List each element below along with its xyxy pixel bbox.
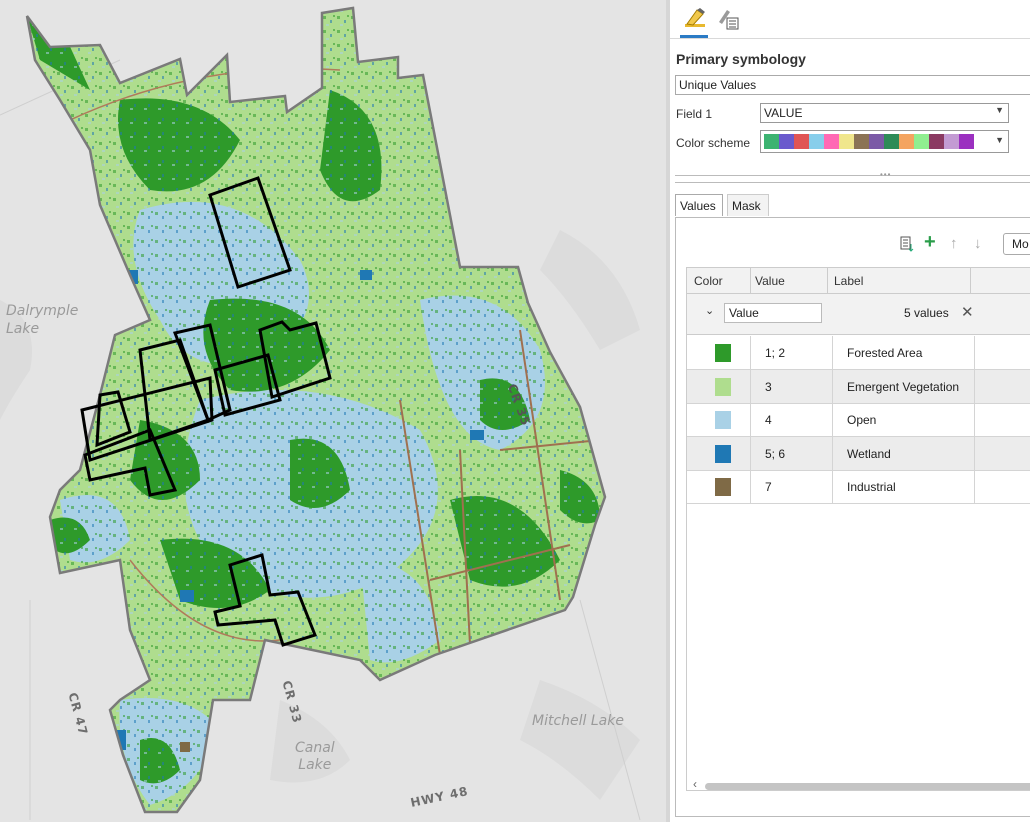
field1-label: Field 1 (676, 107, 713, 121)
color-scheme-label: Color scheme (676, 136, 751, 150)
class-label[interactable]: Open (847, 413, 876, 427)
tab-mask[interactable]: Mask (727, 194, 769, 216)
class-value[interactable]: 5; 6 (765, 447, 785, 461)
column-header-label[interactable]: Label (834, 274, 863, 288)
symbology-pane: Primary symbology Unique Values Field 1 … (670, 0, 1030, 822)
grid-header: Color Value Label (687, 268, 1030, 294)
field1-select[interactable]: VALUE ▼ (760, 103, 1009, 123)
lake-label-mitchell: Mitchell Lake (532, 713, 624, 729)
color-scheme-swatch (824, 134, 839, 149)
group-heading-input[interactable]: Value (724, 303, 822, 323)
section-splitter[interactable]: ••• (675, 170, 1030, 183)
color-scheme-swatch (944, 134, 959, 149)
class-color-swatch[interactable] (715, 377, 731, 396)
color-scheme-swatch (794, 134, 809, 149)
color-scheme-swatch (899, 134, 914, 149)
class-row[interactable]: 5; 6 Wetland (687, 436, 1030, 471)
color-scheme-swatch (809, 134, 824, 149)
lake-label-dalrymple: Dalrymple Lake (6, 303, 79, 337)
tab-values[interactable]: Values (675, 194, 723, 216)
color-scheme-swatches (764, 134, 974, 149)
color-scheme-swatch (839, 134, 854, 149)
class-row[interactable]: 7 Industrial (687, 470, 1030, 504)
group-row: ⌄ Value 5 values ✕ (687, 294, 1030, 335)
color-scheme-swatch (869, 134, 884, 149)
class-row[interactable]: 1; 2 Forested Area (687, 336, 1030, 370)
color-scheme-swatch (884, 134, 899, 149)
grip-icon: ••• (880, 170, 892, 179)
class-value[interactable]: 1; 2 (765, 346, 785, 360)
group-value-count: 5 values (904, 306, 949, 320)
class-color-swatch[interactable] (715, 478, 731, 496)
class-row[interactable]: 4 Open (687, 403, 1030, 437)
classes-grid: Color Value Label ⌄ Value 5 values ✕ 1; … (686, 267, 1030, 791)
class-color-swatch[interactable] (715, 444, 731, 463)
class-value[interactable]: 4 (765, 413, 772, 427)
class-row[interactable]: 3 Emergent Vegetation (687, 369, 1030, 404)
class-label[interactable]: Wetland (847, 447, 891, 461)
renderer-dropdown[interactable]: Unique Values (675, 75, 1030, 95)
add-all-values-icon[interactable] (898, 235, 916, 257)
color-scheme-swatch (854, 134, 869, 149)
column-header-value[interactable]: Value (755, 274, 785, 288)
color-scheme-swatch (959, 134, 974, 149)
color-scheme-select[interactable]: ▼ (760, 130, 1009, 153)
class-label[interactable]: Industrial (847, 480, 896, 494)
class-value[interactable]: 3 (765, 380, 772, 394)
lake-label-canal: Canal Lake (295, 740, 335, 773)
color-scheme-swatch (929, 134, 944, 149)
class-label[interactable]: Emergent Vegetation (847, 380, 959, 394)
map-canvas[interactable] (0, 0, 666, 822)
chevron-left-icon[interactable]: ‹ (693, 777, 697, 791)
arrow-down-icon[interactable]: ↓ (974, 235, 982, 252)
class-value[interactable]: 7 (765, 480, 772, 494)
class-color-swatch[interactable] (715, 411, 731, 429)
scrollbar-thumb[interactable] (705, 783, 1030, 790)
vary-symbology-icon[interactable] (715, 6, 743, 34)
chevron-down-icon: ▼ (995, 135, 1004, 145)
class-label[interactable]: Forested Area (847, 346, 922, 360)
map-view[interactable]: Dalrymple Lake Mitchell Lake Canal Lake … (0, 0, 666, 822)
add-value-icon[interactable]: + (924, 231, 936, 254)
color-scheme-swatch (914, 134, 929, 149)
more-button[interactable]: Mo (1003, 233, 1030, 255)
horizontal-scrollbar[interactable]: ‹ (687, 777, 1030, 792)
toolbar-divider (670, 38, 1030, 39)
chevron-down-icon[interactable]: ⌄ (705, 304, 714, 317)
field1-value: VALUE (764, 106, 803, 120)
section-title: Primary symbology (676, 51, 806, 67)
class-color-swatch[interactable] (715, 344, 731, 362)
column-header-color[interactable]: Color (694, 274, 723, 288)
color-scheme-swatch (779, 134, 794, 149)
color-scheme-swatch (764, 134, 779, 149)
chevron-down-icon: ▼ (995, 105, 1004, 115)
symbology-brush-icon[interactable] (682, 6, 710, 34)
close-icon[interactable]: ✕ (961, 303, 974, 321)
arrow-up-icon[interactable]: ↑ (950, 235, 958, 252)
